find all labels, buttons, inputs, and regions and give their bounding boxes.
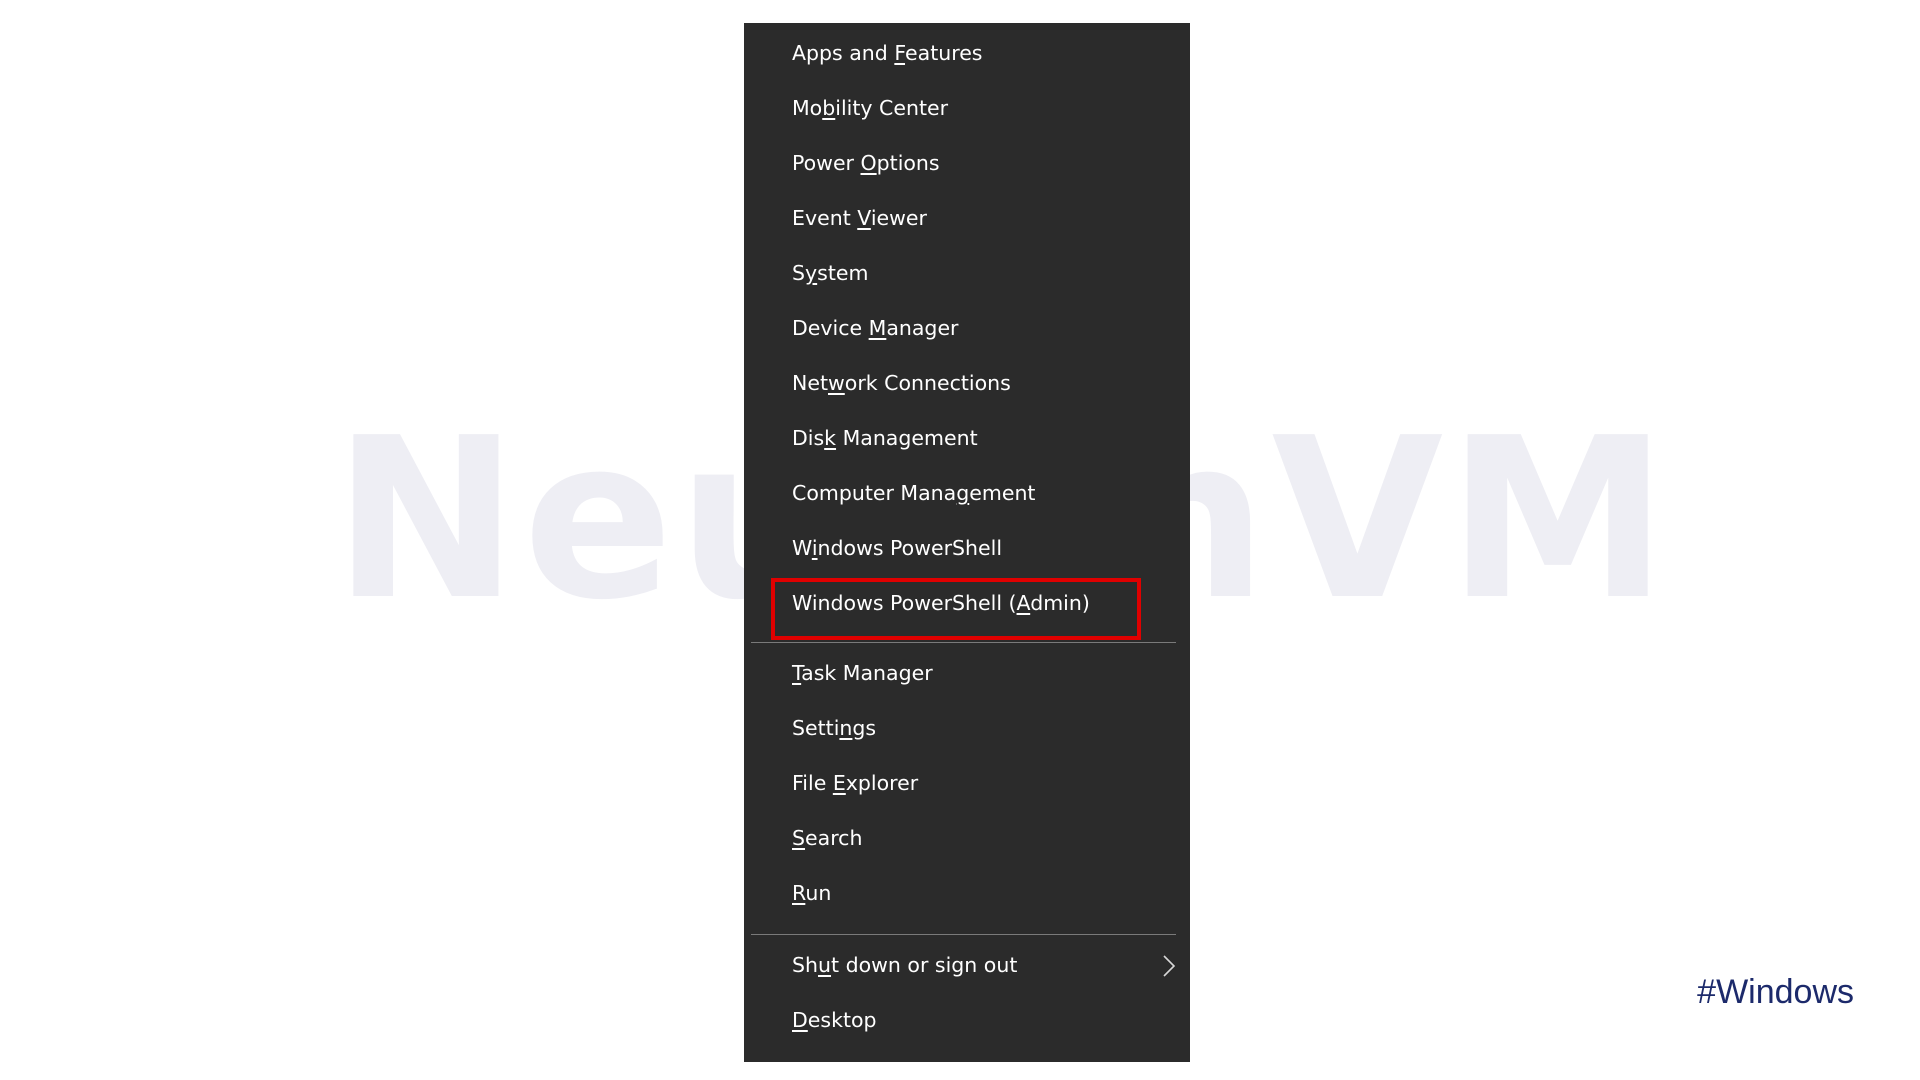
- menu-item-event-viewer[interactable]: Event Viewer: [744, 191, 1190, 246]
- menu-item-network-connections[interactable]: Network Connections: [744, 356, 1190, 411]
- menu-item-apps-and-features[interactable]: Apps and Features: [744, 26, 1190, 81]
- menu-item-file-explorer[interactable]: File Explorer: [744, 756, 1190, 811]
- menu-separator: [751, 642, 1176, 643]
- menu-item-task-manager[interactable]: Task Manager: [744, 646, 1190, 701]
- menu-item-settings[interactable]: Settings: [744, 701, 1190, 756]
- menu-item-windows-powershell-admin[interactable]: Windows PowerShell (Admin): [744, 576, 1190, 631]
- menu-item-run[interactable]: Run: [744, 866, 1190, 921]
- hashtag-label: #Windows: [1697, 973, 1854, 1011]
- menu-item-disk-management[interactable]: Disk Management: [744, 411, 1190, 466]
- menu-item-system[interactable]: System: [744, 246, 1190, 301]
- menu-item-shut-down-or-sign-out[interactable]: Shut down or sign out: [744, 938, 1190, 993]
- menu-item-power-options[interactable]: Power Options: [744, 136, 1190, 191]
- menu-item-device-manager[interactable]: Device Manager: [744, 301, 1190, 356]
- menu-item-mobility-center[interactable]: Mobility Center: [744, 81, 1190, 136]
- menu-separator: [751, 934, 1176, 935]
- menu-item-search[interactable]: Search: [744, 811, 1190, 866]
- menu-item-computer-management[interactable]: Computer Management: [744, 466, 1190, 521]
- screenshot-canvas: NeuronVM Apps and Features Mobility Cent…: [0, 0, 1920, 1080]
- winx-context-menu: Apps and Features Mobility Center Power …: [744, 23, 1190, 1062]
- menu-item-desktop[interactable]: Desktop: [744, 993, 1190, 1048]
- chevron-right-icon: [1163, 955, 1176, 977]
- menu-item-windows-powershell[interactable]: Windows PowerShell: [744, 521, 1190, 576]
